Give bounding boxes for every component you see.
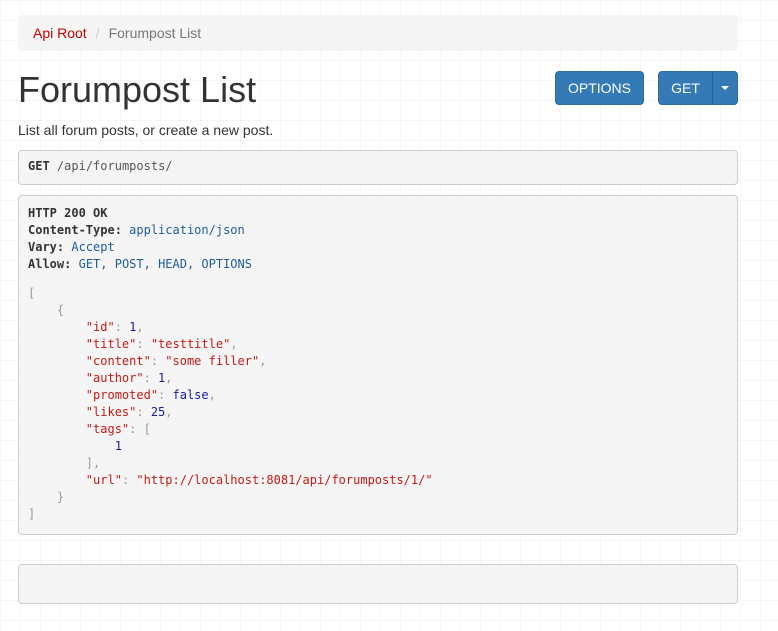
json-key: "tags" [85,422,130,436]
request-info: GET /api/forumposts/ [18,150,738,185]
page-description: List all forum posts, or create a new po… [18,122,274,138]
json-key: "author" [85,371,144,385]
header-value: application/json [129,223,245,237]
response-content: HTTP 200 OK Content-Type: application/js… [18,195,738,535]
header-value: Accept [71,240,115,254]
json-value: 25 [150,405,166,419]
json-bracket: [ [28,286,36,300]
get-format-dropdown-toggle[interactable] [712,71,738,105]
response-status: HTTP 200 OK [28,206,108,220]
json-value: "testtitle" [150,337,231,351]
json-key: "promoted" [85,388,159,402]
request-path: /api/forumposts/ [56,159,173,173]
page-title: Forumpost List [18,69,257,110]
json-key: "likes" [85,405,137,419]
breadcrumb-separator: / [95,25,100,41]
breadcrumb-current: Forumpost List [108,25,202,41]
header-name: Allow: [28,257,72,271]
header-name: Content-Type: [28,223,122,237]
breadcrumb-api-root-link[interactable]: Api Root [33,25,87,41]
request-method: GET [28,159,50,173]
json-value: "some filler" [165,354,260,368]
get-button[interactable]: GET [658,71,713,105]
json-bracket: ], [85,456,101,470]
json-url-link[interactable]: "http://localhost:8081/api/forumposts/1/… [136,473,432,487]
json-key: "id" [85,320,115,334]
json-key: "title" [85,337,137,351]
header-name: Vary: [28,240,65,254]
json-bracket: ] [28,507,36,521]
caret-down-icon [721,86,729,90]
json-value: false [172,388,209,402]
json-brace: } [56,490,65,504]
json-value: 1 [114,439,122,453]
json-key: "url" [85,473,122,487]
json-key: "content" [85,354,151,368]
json-brace: { [56,303,65,317]
form-panel [18,564,738,604]
breadcrumb: Api Root / Forumpost List [18,15,738,51]
header-value: GET, POST, HEAD, OPTIONS [78,257,252,271]
options-button[interactable]: OPTIONS [555,71,644,105]
json-bracket: [ [143,422,151,436]
